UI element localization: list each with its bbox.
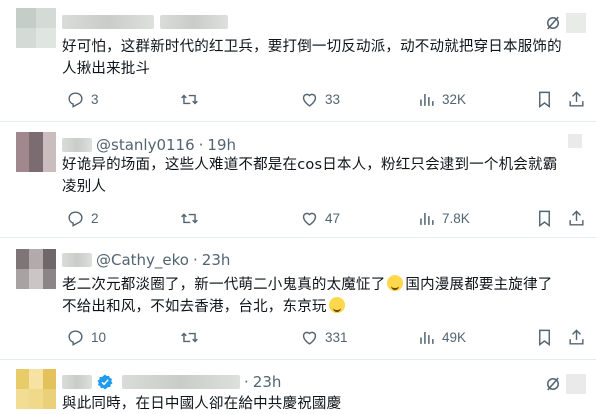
- tweet-text: 好诡异的场面，这些人难道不都是在cos日本人，粉红只会逮到一个机会就霸 凌别人: [62, 154, 582, 198]
- retweet-icon: [181, 94, 198, 104]
- thinking-face-emoji-icon: [328, 297, 345, 313]
- bookmark-button[interactable]: [535, 89, 554, 109]
- views-count: 49K: [442, 329, 467, 345]
- bookmark-icon: [539, 329, 550, 346]
- tweet-2[interactable]: @stanly0116 · 19h 好诡异的场面，这些人难道不都是在cos日本人…: [0, 121, 596, 237]
- avatar[interactable]: [16, 369, 56, 409]
- like-count: 331: [325, 329, 348, 345]
- avatar[interactable]: [16, 8, 56, 48]
- more-options-button[interactable]: [566, 13, 586, 33]
- timestamp[interactable]: 23h: [253, 373, 282, 391]
- tweet-text-line: 不给出和风，不如去香港，台北，东京玩: [62, 296, 582, 318]
- like-count: 47: [325, 210, 341, 226]
- tweet-text: 好可怕，这群新时代的红卫兵，要打倒一切反动派，动不动就把穿日本服饰的 人揪出来批…: [62, 36, 582, 80]
- like-icon: [302, 331, 317, 345]
- share-icon: [569, 90, 584, 107]
- tweet-3[interactable]: @Cathy_eko · 23h 老二次元都淡圈了，新一代萌二小鬼真的太魔怔了 国…: [0, 237, 596, 359]
- timestamp[interactable]: 23h: [202, 251, 231, 269]
- handle-blurred[interactable]: [122, 375, 240, 389]
- reply-icon: [68, 210, 83, 227]
- tweet-actions: 3 33 32K: [62, 89, 592, 109]
- avatar[interactable]: [16, 132, 56, 172]
- tweet-1[interactable]: 好可怕，这群新时代的红卫兵，要打倒一切反动派，动不动就把穿日本服饰的 人揪出来批…: [0, 0, 596, 121]
- tweet-actions: 2 47 7.8K: [62, 208, 592, 228]
- tweet-text-line: 與此同時，在日中國人卻在給中共慶祝國慶: [62, 396, 342, 412]
- handle-blurred[interactable]: [160, 15, 228, 29]
- display-name-blurred[interactable]: [62, 253, 92, 267]
- separator-dot: ·: [193, 251, 198, 269]
- user-handle[interactable]: @Cathy_eko: [96, 251, 189, 269]
- sweat-smile-emoji-icon: [387, 275, 404, 291]
- like-icon: [302, 212, 317, 226]
- reply-icon: [68, 329, 83, 346]
- tweet-text-line: 老二次元都淡圈了，新一代萌二小鬼真的太魔怔了 国内漫展都要主旋律了: [62, 274, 582, 296]
- bookmark-button[interactable]: [535, 327, 554, 347]
- tweet-text-line: 凌别人: [62, 179, 107, 195]
- tweet-text-line: 好诡异的场面，这些人难道不都是在cos日本人，粉红只会逮到一个机会就霸: [62, 157, 558, 173]
- views-button[interactable]: 32K: [417, 89, 466, 109]
- bookmark-icon: [539, 91, 550, 108]
- retweet-icon: [181, 332, 198, 342]
- reply-count: 10: [91, 329, 107, 345]
- reply-button[interactable]: 10: [66, 327, 106, 347]
- views-icon: [420, 93, 434, 106]
- retweet-button[interactable]: [180, 89, 199, 109]
- user-handle[interactable]: @stanly0116: [96, 136, 195, 154]
- like-button[interactable]: 47: [300, 208, 340, 228]
- grok-icon[interactable]: [544, 375, 562, 393]
- tweet-header: @stanly0116 · 19h: [62, 135, 236, 155]
- tweet-header: [62, 12, 228, 32]
- views-count: 32K: [442, 91, 467, 107]
- share-button[interactable]: [567, 89, 586, 109]
- reply-count: 3: [91, 91, 99, 107]
- grok-icon[interactable]: [544, 14, 562, 32]
- bookmark-icon: [539, 210, 550, 227]
- display-name-blurred[interactable]: [62, 138, 92, 152]
- share-icon: [569, 328, 584, 345]
- tweet-text-segment: 不给出和风，不如去香港，台北，东京玩: [62, 299, 327, 315]
- views-count: 7.8K: [442, 210, 470, 226]
- avatar[interactable]: [16, 249, 56, 289]
- views-icon: [420, 331, 434, 344]
- views-icon: [420, 212, 434, 225]
- tweet-text: 老二次元都淡圈了，新一代萌二小鬼真的太魔怔了 国内漫展都要主旋律了 不给出和风，不…: [62, 274, 582, 318]
- views-button[interactable]: 7.8K: [417, 208, 470, 228]
- verified-badge-icon: [97, 374, 113, 390]
- reply-icon: [68, 91, 83, 108]
- tweet-header: · 23h: [62, 372, 281, 392]
- more-options-button[interactable]: [566, 374, 586, 394]
- like-button[interactable]: 331: [300, 327, 348, 347]
- retweet-button[interactable]: [180, 208, 199, 228]
- share-button[interactable]: [567, 327, 586, 347]
- more-options-button[interactable]: [568, 134, 582, 148]
- like-button[interactable]: 33: [300, 89, 340, 109]
- display-name-blurred[interactable]: [62, 375, 92, 389]
- display-name-blurred[interactable]: [62, 15, 154, 29]
- reply-count: 2: [91, 210, 99, 226]
- tweet-header: @Cathy_eko · 23h: [62, 250, 230, 270]
- tweet-4[interactable]: · 23h 與此同時，在日中國人卻在給中共慶祝國慶: [0, 359, 596, 414]
- share-button[interactable]: [567, 208, 586, 228]
- like-icon: [302, 93, 317, 107]
- separator-dot: ·: [244, 373, 249, 391]
- views-button[interactable]: 49K: [417, 327, 466, 347]
- tweet-text-line: 好可怕，这群新时代的红卫兵，要打倒一切反动派，动不动就把穿日本服饰的: [62, 39, 562, 55]
- retweet-icon: [181, 213, 198, 223]
- timestamp[interactable]: 19h: [207, 136, 236, 154]
- tweet-text-segment: 老二次元都淡圈了，新一代萌二小鬼真的太魔怔了: [62, 277, 386, 293]
- tweet-text-line: 人揪出来批斗: [62, 61, 151, 77]
- tweet-actions: 10 331 49K: [62, 327, 592, 347]
- tweet-text: 與此同時，在日中國人卻在給中共慶祝國慶: [62, 393, 582, 414]
- tweet-text-segment: 国内漫展都要主旋律了: [405, 277, 553, 293]
- share-icon: [569, 209, 584, 226]
- retweet-button[interactable]: [180, 327, 199, 347]
- reply-button[interactable]: 3: [66, 89, 99, 109]
- bookmark-button[interactable]: [535, 208, 554, 228]
- like-count: 33: [325, 91, 341, 107]
- separator-dot: ·: [198, 136, 204, 154]
- reply-button[interactable]: 2: [66, 208, 99, 228]
